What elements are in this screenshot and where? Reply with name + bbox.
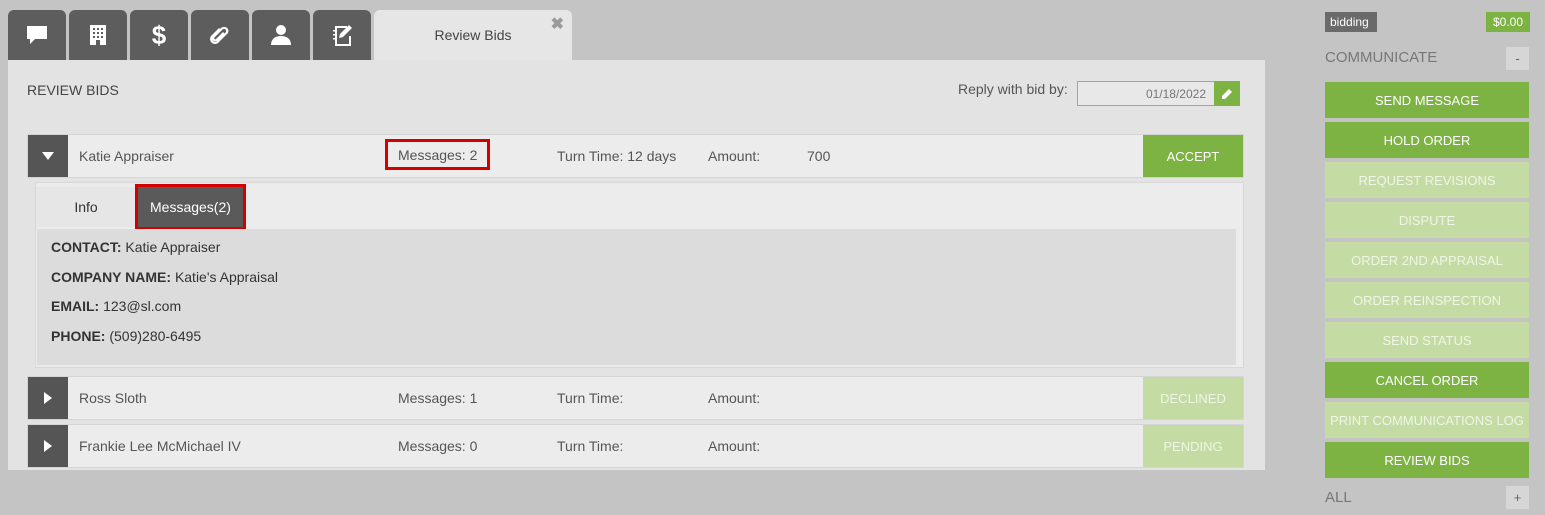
contact-value: Katie Appraiser	[125, 239, 221, 255]
tab-attachments[interactable]	[191, 10, 249, 60]
phone-label: PHONE:	[51, 327, 106, 344]
bidder-name: Katie Appraiser	[79, 148, 174, 164]
expand-toggle[interactable]	[28, 425, 68, 467]
contact-line: CONTACT: Katie Appraiser	[51, 239, 1222, 269]
tab-chat[interactable]	[8, 10, 66, 60]
hold-order-button[interactable]: HOLD ORDER	[1325, 122, 1529, 158]
amount-badge: $0.00	[1486, 12, 1530, 32]
collapse-toggle[interactable]	[28, 135, 68, 177]
send-status-button[interactable]: SEND STATUS	[1325, 322, 1529, 358]
order-2nd-appraisal-button[interactable]: ORDER 2ND APPRAISAL	[1325, 242, 1529, 278]
email-value: 123@sl.com	[103, 298, 182, 314]
user-icon	[271, 25, 291, 45]
phone-line: PHONE: (509)280-6495	[51, 328, 1222, 358]
review-bids-button[interactable]: REVIEW BIDS	[1325, 442, 1529, 478]
turn-time: Turn Time:	[557, 390, 624, 406]
messages-count[interactable]: Messages: 1	[398, 390, 477, 406]
tab-dollar[interactable]: $	[130, 10, 188, 60]
pencil-icon	[1222, 88, 1232, 99]
caret-right-icon	[44, 392, 52, 404]
pending-status: PENDING	[1143, 425, 1243, 467]
tab-building[interactable]	[69, 10, 127, 60]
email-line: EMAIL: 123@sl.com	[51, 298, 1222, 328]
caret-down-icon	[42, 152, 54, 160]
building-icon	[90, 25, 106, 45]
communicate-header: COMMUNICATE	[1325, 49, 1438, 66]
company-line: COMPANY NAME: Katie's Appraisal	[51, 269, 1222, 299]
turn-time: Turn Time:	[557, 438, 624, 454]
print-communications-log-button[interactable]: PRINT COMMUNICATIONS LOG	[1325, 402, 1529, 438]
expand-toggle[interactable]	[28, 377, 68, 419]
bidder-name: Frankie Lee McMichael IV	[79, 438, 241, 454]
bid-row[interactable]: Katie Appraiser Messages: 2 Turn Time: 1…	[27, 134, 1244, 178]
tab-review-bids[interactable]: Review Bids ✖	[374, 10, 572, 60]
reply-by-date-field[interactable]: 01/18/2022	[1077, 81, 1215, 106]
company-label: COMPANY NAME:	[51, 268, 172, 285]
contact-label: CONTACT:	[51, 239, 122, 255]
send-message-button[interactable]: SEND MESSAGE	[1325, 82, 1529, 118]
cancel-order-button[interactable]: CANCEL ORDER	[1325, 362, 1529, 398]
dispute-button[interactable]: DISPUTE	[1325, 202, 1529, 238]
dollar-icon: $	[151, 19, 167, 50]
turn-time: Turn Time: 12 days	[557, 148, 677, 164]
review-bids-panel: REVIEW BIDS Reply with bid by: 01/18/202…	[8, 60, 1265, 470]
detail-tabs: Info Messages(2)	[36, 184, 246, 231]
order-reinspection-button[interactable]: ORDER REINSPECTION	[1325, 282, 1529, 318]
tab-contacts[interactable]	[252, 10, 310, 60]
declined-status: DECLINED	[1143, 377, 1243, 419]
page-title: REVIEW BIDS	[27, 82, 119, 98]
amount-label: Amount:	[708, 148, 761, 164]
accept-button[interactable]: ACCEPT	[1143, 135, 1243, 177]
close-icon[interactable]: ✖	[551, 14, 564, 34]
bidder-name: Ross Sloth	[79, 390, 147, 406]
email-label: EMAIL:	[51, 298, 100, 314]
bid-row[interactable]: Ross Sloth Messages: 1 Turn Time: Amount…	[27, 376, 1244, 420]
communicate-collapse-button[interactable]: -	[1506, 47, 1529, 70]
messages-count[interactable]: Messages: 2	[384, 139, 491, 170]
amount-label: Amount:	[708, 438, 761, 454]
tab-bar: $ Review Bids ✖	[8, 10, 572, 60]
bid-row[interactable]: Frankie Lee McMichael IV Messages: 0 Tur…	[27, 424, 1244, 468]
phone-value: (509)280-6495	[109, 327, 202, 344]
status-badge: bidding	[1325, 12, 1377, 32]
tab-info[interactable]: Info	[36, 187, 136, 227]
contact-info: CONTACT: Katie Appraiser COMPANY NAME: K…	[37, 229, 1236, 365]
chat-icon	[27, 26, 47, 44]
all-expand-button[interactable]: +	[1506, 486, 1529, 509]
tab-notes[interactable]	[313, 10, 371, 60]
amount-value: 700	[807, 148, 831, 164]
amount-label: Amount:	[708, 390, 761, 406]
paperclip-icon	[210, 26, 229, 45]
company-value: Katie's Appraisal	[174, 268, 279, 285]
caret-right-icon	[44, 440, 52, 452]
tab-messages[interactable]: Messages(2)	[135, 184, 246, 230]
tab-review-bids-label: Review Bids	[434, 27, 512, 43]
all-header: ALL	[1325, 489, 1352, 506]
edit-date-button[interactable]	[1214, 81, 1240, 106]
request-revisions-button[interactable]: REQUEST REVISIONS	[1325, 162, 1529, 198]
reply-by-label: Reply with bid by:	[958, 81, 1068, 97]
notepad-icon	[333, 25, 352, 46]
bid-detail: Info Messages(2) CONTACT: Katie Appraise…	[35, 182, 1244, 368]
messages-count[interactable]: Messages: 0	[398, 438, 477, 454]
